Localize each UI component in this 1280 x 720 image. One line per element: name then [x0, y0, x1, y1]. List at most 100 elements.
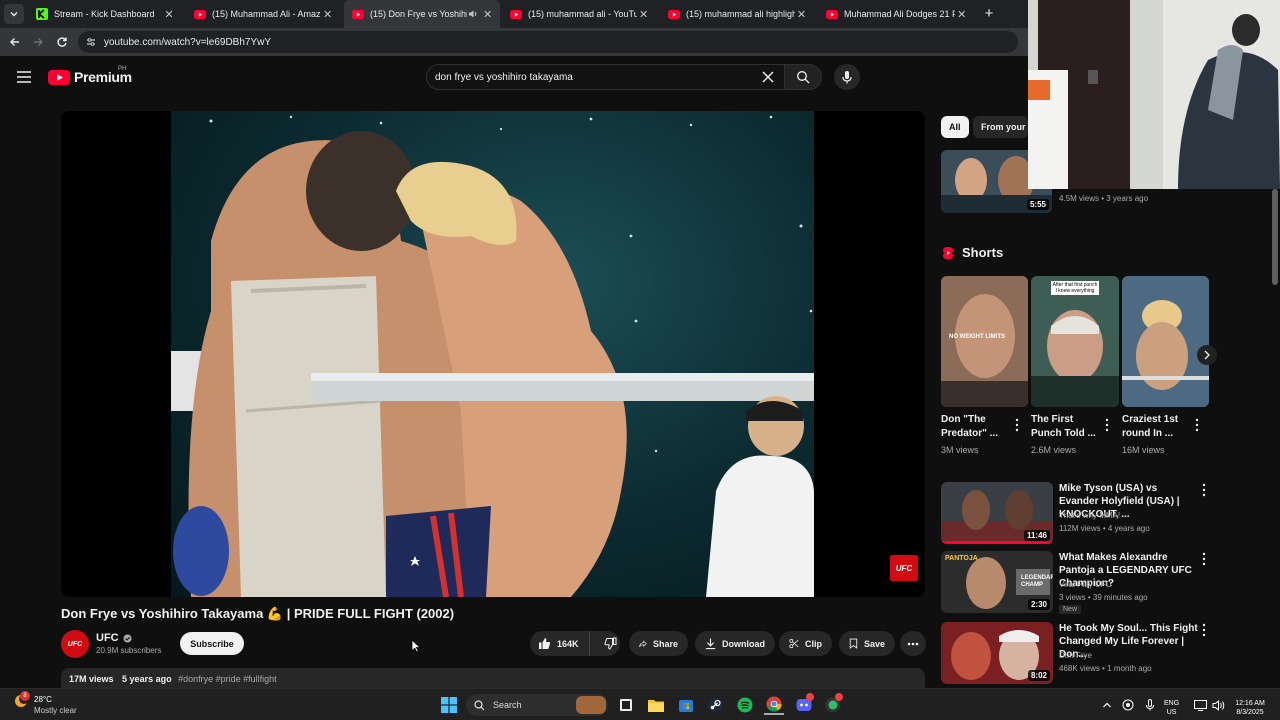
subscribe-button[interactable]: Subscribe — [180, 632, 244, 655]
share-button[interactable]: Share — [629, 631, 688, 656]
channel-avatar[interactable]: UFC — [61, 630, 89, 658]
close-icon[interactable]: ✕ — [321, 7, 334, 21]
microsoft-store-icon[interactable] — [676, 695, 696, 715]
steam-icon[interactable] — [705, 695, 725, 715]
like-button[interactable]: 164K — [530, 631, 590, 656]
back-arrow-icon[interactable] — [7, 34, 23, 50]
short-title[interactable]: Don "The Predator" ... — [941, 413, 1015, 441]
subscriber-count: 20.9M subscribers — [96, 646, 162, 655]
file-explorer-icon[interactable] — [646, 695, 666, 715]
clip-button[interactable]: Clip — [779, 631, 832, 656]
download-button[interactable]: Download — [695, 631, 775, 656]
more-actions-button[interactable] — [900, 631, 926, 656]
thumbnail-overlay-text: PANTOJA — [945, 555, 978, 562]
voice-search-button[interactable] — [834, 64, 860, 90]
chip-all[interactable]: All — [941, 116, 969, 138]
video-meta: 112M views • 4 years ago — [1059, 524, 1150, 533]
short-image — [1122, 276, 1209, 407]
close-icon[interactable]: ✕ — [481, 7, 494, 21]
browser-tab[interactable]: Muhammad Ali Dodges 21 Pun ✕ — [818, 0, 974, 28]
short-image — [941, 276, 1028, 407]
scissors-icon — [789, 638, 799, 649]
system-clock[interactable]: 12:16 AM 8/3/2025 — [1230, 699, 1270, 717]
new-tab-plus-icon[interactable]: + — [980, 4, 998, 22]
close-icon[interactable]: ✕ — [795, 7, 808, 21]
address-bar[interactable]: youtube.com/watch?v=le69DBh7YwY — [78, 31, 1018, 53]
short-thumbnail[interactable]: After that first punch I knew everything — [1031, 276, 1119, 407]
browser-tab[interactable]: (15) muhammad ali highlights ✕ — [660, 0, 814, 28]
webcam-feed-image — [1028, 0, 1280, 189]
display-icon[interactable] — [1192, 695, 1208, 715]
close-icon[interactable]: ✕ — [955, 7, 968, 21]
more-horizontal-icon — [907, 642, 919, 645]
search-box[interactable] — [426, 64, 784, 90]
site-info-icon[interactable] — [86, 37, 96, 47]
video-frame[interactable] — [171, 111, 814, 597]
close-icon[interactable]: ✕ — [162, 7, 176, 21]
save-button[interactable]: Save — [839, 631, 895, 656]
save-label: Save — [863, 638, 885, 649]
dislike-button[interactable] — [596, 631, 625, 656]
short-views: 16M views — [1122, 445, 1165, 455]
chrome-icon[interactable] — [764, 695, 784, 715]
input-language[interactable]: ENG US — [1164, 699, 1179, 717]
video-channel[interactable]: Don Frye — [1059, 650, 1092, 661]
short-thumbnail[interactable] — [1122, 276, 1209, 407]
short-title[interactable]: Craziest 1st round In ... — [1122, 413, 1196, 441]
speaker-icon[interactable] — [1210, 695, 1226, 715]
region-code: PH — [118, 66, 127, 72]
video-thumbnail[interactable]: 8:02 — [941, 622, 1053, 684]
more-vertical-icon[interactable] — [1193, 418, 1201, 432]
video-channel[interactable]: That's why MMA! — [1059, 510, 1120, 521]
hamburger-menu-icon[interactable] — [16, 70, 32, 84]
forward-arrow-icon[interactable] — [30, 34, 46, 50]
show-hidden-icons-chevron-up-icon[interactable] — [1100, 695, 1114, 715]
video-channel[interactable]: Viral Play UFC — [1059, 579, 1111, 590]
verified-check-icon — [123, 634, 132, 642]
close-icon[interactable]: ✕ — [637, 7, 650, 21]
browser-tab[interactable]: (15) Muhammad Ali - Amazing ✕ — [186, 0, 340, 28]
tray-app-icon[interactable] — [1120, 695, 1136, 715]
more-vertical-icon[interactable] — [1200, 623, 1208, 637]
more-vertical-icon[interactable] — [1200, 552, 1208, 566]
tab-search-button[interactable] — [4, 4, 24, 24]
search-input[interactable] — [435, 71, 755, 83]
video-thumbnail[interactable]: 11:46 — [941, 482, 1053, 544]
thumbs-up-icon — [539, 638, 551, 649]
browser-tab[interactable]: Stream - Kick Dashboard ✕ — [28, 0, 182, 28]
app-icon[interactable] — [823, 693, 843, 715]
taskbar-search[interactable]: Search — [466, 694, 608, 716]
clock-time: 12:16 AM — [1235, 700, 1265, 707]
discord-icon[interactable] — [794, 693, 814, 715]
video-meta: 468K views • 1 month ago — [1059, 664, 1152, 673]
more-vertical-icon[interactable] — [1013, 418, 1021, 432]
more-vertical-icon[interactable] — [1103, 418, 1111, 432]
clear-search-icon[interactable] — [760, 69, 776, 85]
speaker-icon[interactable] — [467, 7, 480, 21]
browser-tab-active[interactable]: (15) Don Frye vs Yoshihiro ✕ — [344, 0, 500, 28]
hashtags[interactable]: #donfrye #pride #fullfight — [178, 674, 277, 684]
windows-start-icon[interactable] — [439, 695, 459, 715]
microphone-icon[interactable] — [1142, 695, 1158, 715]
scrollbar-thumb[interactable] — [1272, 189, 1278, 285]
video-player[interactable]: UFC — [61, 111, 925, 597]
reload-icon[interactable] — [54, 34, 70, 50]
page-scrollbar[interactable] — [1270, 189, 1280, 687]
short-views: 3M views — [941, 445, 979, 455]
browser-tab[interactable]: (15) muhammad ali - YouTube ✕ — [502, 0, 656, 28]
task-view-icon[interactable] — [616, 695, 636, 715]
weather-widget[interactable]: 8 28°C Mostly clear — [14, 691, 77, 716]
video-duration: 11:46 — [1023, 530, 1050, 541]
short-title[interactable]: The First Punch Told ... — [1031, 413, 1105, 441]
shorts-next-button[interactable] — [1197, 345, 1217, 365]
short-thumbnail[interactable]: NO WEIGHT LIMITS — [941, 276, 1028, 407]
tab-title: (15) Muhammad Ali - Amazing — [212, 9, 322, 19]
search-button[interactable] — [784, 64, 822, 90]
more-vertical-icon[interactable] — [1200, 483, 1208, 497]
channel-name[interactable]: UFC — [96, 632, 132, 644]
ufc-watermark-logo: UFC — [890, 555, 918, 581]
youtube-premium-logo[interactable]: Premium PH — [48, 66, 132, 86]
video-thumbnail[interactable]: PANTOJA LEGENDARY CHAMP 2:30 — [941, 551, 1053, 613]
spotify-icon[interactable] — [735, 695, 755, 715]
chip-from-your-search[interactable]: From your s — [973, 116, 1028, 138]
